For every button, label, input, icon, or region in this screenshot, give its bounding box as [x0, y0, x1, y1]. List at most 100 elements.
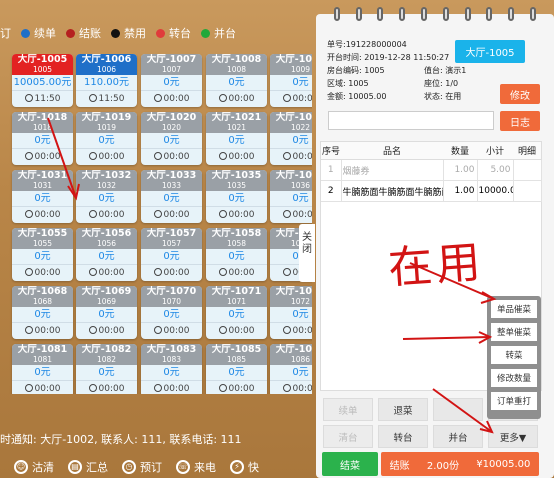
table-code: 1006: [96, 65, 117, 74]
table-card[interactable]: 大厅-1020 1020 0元 00:00: [141, 112, 202, 165]
popup-menu-item[interactable]: 整单催菜: [491, 323, 537, 341]
bottom-toolbar-item[interactable]: ☺ 沽清: [14, 459, 54, 475]
table-card[interactable]: 大厅-1071 1071 0元 00:00: [206, 286, 267, 339]
action-button[interactable]: 更多▼: [488, 425, 538, 448]
table-card[interactable]: 大厅-1032 1032 0元 00:00: [76, 170, 137, 223]
bottom-toolbar-label: 沽清: [32, 460, 54, 474]
table-card[interactable]: 大厅-108610860元 00:00: [270, 344, 312, 394]
table-code: 1057: [161, 239, 182, 248]
table-card[interactable]: 大厅-1082 1082 0元 00:00: [76, 344, 137, 394]
action-button[interactable]: 并台: [433, 425, 483, 448]
table-time-value: 00:00: [228, 326, 255, 336]
table-time-value: 00:00: [98, 384, 125, 394]
table-time-value: 00:00: [228, 152, 255, 162]
bottom-toolbar-item[interactable]: ▤ 汇总: [68, 459, 108, 475]
table-card[interactable]: 大厅-1007 1007 0元 00:00: [141, 54, 202, 107]
table-card[interactable]: 大厅-1033 1033 0元 00:00: [141, 170, 202, 223]
table-card[interactable]: 大厅-1031 1031 0元 00:00: [12, 170, 73, 223]
table-name: 大厅-1021: [211, 112, 262, 123]
action-button[interactable]: 退菜: [378, 398, 428, 421]
order-cell-name: 牛腩筋面牛腩筋面牛腩筋面: [341, 180, 444, 202]
bottom-toolbar-item[interactable]: ⚡ 快: [230, 459, 259, 475]
table-amount: 0元: [141, 75, 202, 91]
table-card[interactable]: 大厅-1068 1068 0元 00:00: [12, 286, 73, 339]
table-name: 大厅-1068: [17, 286, 68, 297]
table-card[interactable]: 大厅-1083 1083 0元 00:00: [141, 344, 202, 394]
order-info-right: 值台: 演示1 座位: 1/0 状态: 在用: [424, 64, 466, 103]
table-name: 大厅-1082: [81, 344, 132, 355]
table-name: 大厅-1072: [275, 286, 312, 297]
table-time: 00:00: [141, 91, 202, 107]
popup-menu-item[interactable]: 转菜: [491, 346, 537, 364]
table-card[interactable]: 大厅-1070 1070 0元 00:00: [141, 286, 202, 339]
table-card[interactable]: 大厅-1006 1006 110.00元 11:50: [76, 54, 137, 107]
table-card[interactable]: 大厅-100910090元 00:00: [270, 54, 312, 107]
table-card[interactable]: 大厅-102210220元 00:00: [270, 112, 312, 165]
table-time-value: 00:00: [98, 326, 125, 336]
table-card[interactable]: 大厅-1055 1055 0元 00:00: [12, 228, 73, 281]
action-button[interactable]: 续单: [323, 398, 373, 421]
legend-label: 转台: [169, 27, 191, 40]
table-card[interactable]: 大厅-1057 1057 0元 00:00: [141, 228, 202, 281]
clean-button[interactable]: 结菜: [322, 452, 378, 476]
table-card[interactable]: 大厅-1058 1058 0元 00:00: [206, 228, 267, 281]
log-button[interactable]: 日志: [500, 111, 540, 131]
remark-input[interactable]: [328, 111, 494, 130]
table-code: 1083: [161, 355, 182, 364]
table-time-value: 00:00: [34, 326, 61, 336]
table-amount: 0元: [270, 133, 312, 149]
table-time-value: 00:00: [292, 384, 312, 394]
table-card-header: 大厅-1058 1058: [206, 228, 267, 249]
checkout-button[interactable]: 结账 2.00份 ¥10005.00: [381, 452, 539, 476]
table-time: 00:00: [76, 149, 137, 165]
legend-item: 续单: [21, 25, 56, 41]
popup-menu-item[interactable]: 修改数量: [491, 369, 537, 387]
legend-label: 结账: [79, 27, 101, 40]
table-amount: 0元: [206, 75, 267, 91]
table-code: 1018: [32, 123, 53, 132]
table-time: 00:00: [141, 149, 202, 165]
table-card[interactable]: 大厅-1035 1035 0元 00:00: [206, 170, 267, 223]
table-name: 大厅-1086: [275, 344, 312, 355]
table-card[interactable]: 大厅-1018 1018 0元 00:00: [12, 112, 73, 165]
legend-item: 结账: [66, 25, 101, 41]
clock-icon: [218, 210, 227, 218]
order-row[interactable]: 1 烟藤券 1.00 5.00: [321, 159, 542, 181]
table-code: 1058: [226, 239, 247, 248]
legend-label: 订: [0, 27, 11, 40]
table-amount: 0元: [141, 133, 202, 149]
bottom-toolbar-item[interactable]: ◷ 预订: [122, 459, 162, 475]
table-name: 大厅-1020: [146, 112, 197, 123]
table-time: 00:00: [270, 207, 312, 223]
order-row[interactable]: 2 牛腩筋面牛腩筋面牛腩筋面 1.00 10000.0: [321, 180, 542, 202]
table-card[interactable]: 大厅-1085 1085 0元 00:00: [206, 344, 267, 394]
popup-menu-item[interactable]: 订单重打: [491, 392, 537, 410]
table-card[interactable]: 大厅-107210720元 00:00: [270, 286, 312, 339]
bottom-toolbar-item[interactable]: ☏ 来电: [176, 459, 216, 475]
popup-menu-item[interactable]: 单品催菜: [491, 300, 537, 318]
action-button[interactable]: 转台: [378, 425, 428, 448]
edit-button[interactable]: 修改: [500, 84, 540, 104]
table-time-value: 00:00: [292, 210, 312, 220]
table-name: 大厅-1019: [81, 112, 132, 123]
table-code: 1055: [32, 239, 53, 248]
table-card[interactable]: 大厅-1008 1008 0元 00:00: [206, 54, 267, 107]
table-card[interactable]: 大厅-1081 1081 0元 00:00: [12, 344, 73, 394]
table-amount: 0元: [141, 191, 202, 207]
table-code: 1019: [96, 123, 117, 132]
side-collapse-tab[interactable]: 关闭: [299, 224, 315, 282]
table-card[interactable]: 大厅-1069 1069 0元 00:00: [76, 286, 137, 339]
action-button[interactable]: [433, 398, 483, 421]
table-card-header: 大厅-1082 1082: [76, 344, 137, 365]
clock-icon: [153, 210, 162, 218]
table-name: 大厅-1057: [146, 228, 197, 239]
table-card[interactable]: 大厅-1019 1019 0元 00:00: [76, 112, 137, 165]
ring-icon: [464, 7, 471, 21]
table-card[interactable]: 大厅-1021 1021 0元 00:00: [206, 112, 267, 165]
table-card[interactable]: 大厅-1005 1005 10005.00元 11:50: [12, 54, 73, 107]
table-time-value: 00:00: [228, 210, 255, 220]
table-card[interactable]: 大厅-1056 1056 0元 00:00: [76, 228, 137, 281]
table-card[interactable]: 大厅-103610360元 00:00: [270, 170, 312, 223]
action-button[interactable]: 清台: [323, 425, 373, 448]
table-time: 00:00: [76, 381, 137, 394]
